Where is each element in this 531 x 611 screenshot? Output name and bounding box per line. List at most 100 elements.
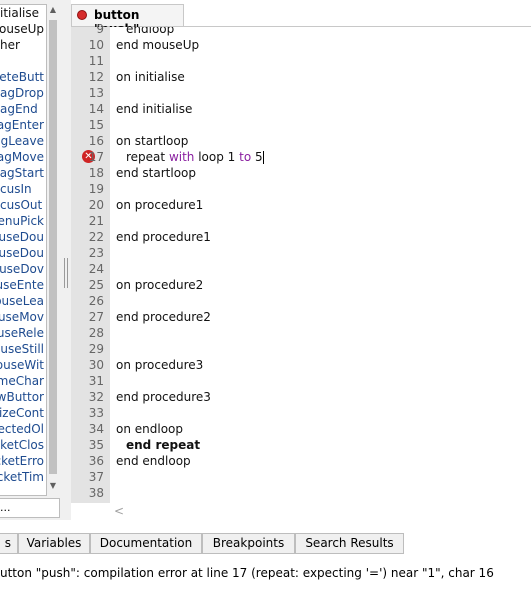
handler-list-item[interactable]: ouseDov — [0, 261, 46, 277]
handler-list-item[interactable]: agEnter — [0, 117, 46, 133]
handler-list-item[interactable]: ouseMov — [0, 309, 46, 325]
code-line[interactable]: end mouseUp — [110, 37, 531, 53]
scroll-up-arrow-icon[interactable]: ▲ — [49, 4, 57, 16]
handler-list-item[interactable]: agEnd — [0, 101, 46, 117]
gutter-row: 19 — [71, 181, 110, 197]
handler-list-item[interactable]: cketTim — [0, 469, 46, 485]
handler-list-scrollbar[interactable]: ▲ ▼ — [47, 4, 59, 494]
code-line[interactable]: end repeat — [110, 437, 531, 453]
script-editor[interactable]: endloop end mouseUp on initialise end initi… — [110, 27, 531, 503]
tab-breakpoints[interactable]: Breakpoints — [202, 533, 295, 554]
code-line[interactable] — [110, 53, 531, 69]
code-line[interactable]: on procedure3 — [110, 357, 531, 373]
code-line[interactable] — [110, 325, 531, 341]
gutter-row: 32 — [71, 389, 110, 405]
code-line[interactable]: end procedure1 — [110, 229, 531, 245]
code-line[interactable]: endloop — [110, 27, 531, 37]
handler-list-item[interactable]: cketErro — [0, 453, 46, 469]
gutter-row: 13 — [71, 85, 110, 101]
tab-s[interactable]: s — [0, 533, 18, 554]
line-number: 29 — [88, 342, 104, 356]
code-text: on endloop — [116, 422, 184, 436]
code-line[interactable]: end initialise — [110, 101, 531, 117]
handler-list-item[interactable]: ouseLea — [0, 293, 46, 309]
line-number: 15 — [88, 118, 104, 132]
code-line[interactable]: repeat with loop 1 to 5 — [110, 149, 531, 165]
handler-list-item[interactable]: ouseStill — [0, 341, 46, 357]
handler-list-item[interactable]: agMove — [0, 149, 46, 165]
code-line[interactable] — [110, 293, 531, 309]
code-line[interactable]: on endloop — [110, 421, 531, 437]
code-line[interactable]: on initialise — [110, 69, 531, 85]
code-line[interactable]: end procedure2 — [110, 309, 531, 325]
handler-list-item[interactable]: ouseDou — [0, 245, 46, 261]
scrollbar-thumb[interactable] — [49, 20, 57, 474]
horizontal-scrollbar[interactable]: < — [110, 503, 531, 518]
code-line[interactable]: end startloop — [110, 165, 531, 181]
handler-list-item[interactable]: cketClos — [0, 437, 46, 453]
code-line[interactable] — [110, 181, 531, 197]
code-text: on startloop — [116, 134, 189, 148]
line-number-gutter[interactable]: 9 10 11 12 13 14 15 16 ✕ 17 18 19 20 21 22 23 24 25 26 27 28… — [71, 22, 110, 503]
handler-list-item[interactable]: cusIn — [0, 181, 46, 197]
line-number: 36 — [88, 454, 104, 468]
code-line[interactable] — [110, 405, 531, 421]
gutter-row: 35 — [71, 437, 110, 453]
code-line[interactable] — [110, 485, 531, 501]
gutter-row: 21 — [71, 213, 110, 229]
code-line[interactable]: on procedure2 — [110, 277, 531, 293]
bottom-tab-bar: s Variables Documentation Breakpoints Search… — [0, 533, 531, 554]
handler-list-item[interactable]: agStart — [0, 165, 46, 181]
code-line[interactable]: on startloop — [110, 133, 531, 149]
handler-list-item[interactable]: agDrop — [0, 85, 46, 101]
handler-list-item[interactable]: sizeCont — [0, 405, 46, 421]
code-line[interactable]: end procedure3 — [110, 389, 531, 405]
code-line[interactable]: end endloop — [110, 453, 531, 469]
code-line[interactable] — [110, 261, 531, 277]
line-number: 20 — [88, 198, 104, 212]
handler-list-item[interactable]: ewButtor — [0, 389, 46, 405]
tab-search-results[interactable]: Search Results — [295, 533, 404, 554]
handler-list-item[interactable]: enuPick — [0, 213, 46, 229]
handler-list-item[interactable]: eleteButt — [0, 69, 46, 85]
handler-list-item[interactable]: ouseDou — [0, 229, 46, 245]
handler-list[interactable]: itialiseouseUpher eleteButtagDropagEndagE… — [0, 4, 47, 496]
gutter-row: 11 — [71, 53, 110, 69]
ellipsis-text: ... — [0, 501, 11, 514]
handler-list-item[interactable]: her — [0, 37, 46, 53]
handler-list-item[interactable]: ouseUp — [0, 21, 46, 37]
code-line[interactable] — [110, 213, 531, 229]
panel-splitter[interactable] — [61, 0, 71, 520]
code-text: end initialise — [116, 102, 193, 116]
gutter-row: 29 — [71, 341, 110, 357]
code-line[interactable] — [110, 117, 531, 133]
scroll-down-arrow-icon[interactable]: ▼ — [49, 480, 57, 492]
tab-documentation[interactable]: Documentation — [90, 533, 202, 554]
code-text: end mouseUp — [116, 38, 200, 52]
gutter-row: 30 — [71, 357, 110, 373]
code-line[interactable] — [110, 469, 531, 485]
code-line[interactable]: on procedure1 — [110, 197, 531, 213]
gutter-row: 22 — [71, 229, 110, 245]
handler-list-item[interactable]: cusOut — [0, 197, 46, 213]
handler-list-item[interactable]: ouseEnte — [0, 277, 46, 293]
handler-list-item[interactable]: itialise — [0, 5, 46, 21]
scroll-left-arrow-icon[interactable]: < — [114, 504, 124, 518]
code-line[interactable] — [110, 85, 531, 101]
code-line[interactable] — [110, 373, 531, 389]
handler-list-item[interactable]: ouseWit — [0, 357, 46, 373]
tab-variables[interactable]: Variables — [18, 533, 90, 554]
handler-list-item[interactable]: lectedOl — [0, 421, 46, 437]
handler-list-item[interactable]: ameChar — [0, 373, 46, 389]
handler-list-more[interactable]: ... — [0, 498, 60, 518]
gutter-row: 25 — [71, 277, 110, 293]
handler-list-item[interactable]: ouseRele — [0, 325, 46, 341]
line-number: 31 — [88, 374, 104, 388]
code-text: end procedure3 — [116, 390, 211, 404]
handler-list-item[interactable]: agLeave — [0, 133, 46, 149]
code-line[interactable] — [110, 245, 531, 261]
code-text: end startloop — [116, 166, 197, 180]
gutter-row: 27 — [71, 309, 110, 325]
code-line[interactable] — [110, 341, 531, 357]
